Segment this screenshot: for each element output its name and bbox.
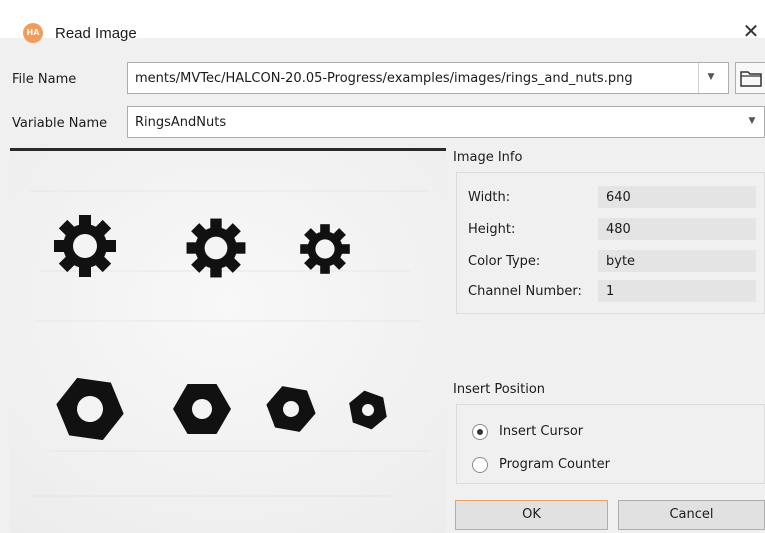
info-value-field: byte	[598, 250, 756, 272]
info-value: 640	[606, 190, 631, 205]
image-preview-canvas	[10, 151, 446, 533]
cancel-button[interactable]: Cancel	[618, 500, 765, 530]
chevron-down-icon[interactable]: ▼	[740, 107, 764, 137]
gear-object	[54, 215, 116, 277]
info-row-color-type: Color Type: byte	[468, 250, 758, 274]
image-preview	[10, 148, 446, 533]
gear-object	[186, 218, 246, 278]
radio-label[interactable]: Program Counter	[499, 457, 610, 472]
chevron-down-icon[interactable]: ▼	[698, 63, 723, 93]
info-key: Color Type:	[468, 254, 541, 269]
radio-button-selected[interactable]	[472, 424, 488, 440]
info-key: Channel Number:	[468, 284, 582, 299]
image-info-group: Width: 640 Height: 480 Color Type: byte …	[456, 172, 765, 314]
folder-icon	[740, 71, 762, 87]
file-name-value: ments/MVTec/HALCON-20.05-Progress/exampl…	[135, 71, 633, 86]
info-value-field: 640	[598, 186, 756, 208]
info-key: Height:	[468, 222, 516, 237]
image-info-title: Image Info	[453, 150, 523, 165]
close-icon[interactable]: ✕	[740, 20, 762, 42]
info-key: Width:	[468, 190, 511, 205]
info-value: byte	[606, 254, 636, 269]
insert-position-title: Insert Position	[453, 382, 546, 397]
info-row-width: Width: 640	[468, 186, 758, 210]
file-name-combo[interactable]: ments/MVTec/HALCON-20.05-Progress/exampl…	[127, 62, 729, 94]
radio-button[interactable]	[472, 457, 488, 473]
ok-button[interactable]: OK	[455, 500, 608, 530]
file-name-label: File Name	[12, 72, 77, 87]
halcon-app-icon: HA	[23, 23, 43, 43]
info-value: 480	[606, 222, 631, 237]
browse-folder-button[interactable]	[735, 62, 765, 94]
info-value-field: 480	[598, 218, 756, 240]
title-bar: HA Read Image ✕	[0, 0, 765, 43]
info-row-channel-number: Channel Number: 1	[468, 280, 758, 304]
radio-label[interactable]: Insert Cursor	[499, 424, 583, 439]
variable-name-combo[interactable]: RingsAndNuts ▼	[127, 106, 765, 138]
gear-object	[300, 224, 350, 274]
info-value: 1	[606, 284, 615, 299]
variable-name-label: Variable Name	[12, 116, 108, 131]
insert-position-group: Insert Cursor Program Counter	[456, 404, 765, 484]
info-row-height: Height: 480	[468, 218, 758, 242]
window-title: Read Image	[55, 25, 137, 42]
variable-name-value: RingsAndNuts	[135, 115, 227, 130]
info-value-field: 1	[598, 280, 756, 302]
